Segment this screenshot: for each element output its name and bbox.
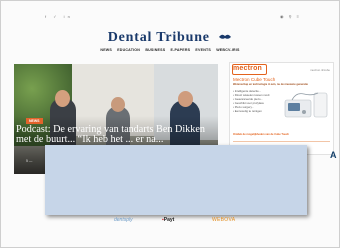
ad-subtitle: Wetenschap en technologie in één, nu de … [233,83,308,86]
ad-divider [233,141,330,142]
site-logo[interactable]: Dental Tribune [1,28,339,46]
dental-device-image [284,92,328,118]
tooth-logo-icon [219,34,232,39]
ad-link[interactable]: mectron.nl/cube [310,68,330,72]
nav-item-business[interactable]: BUSINESS [145,48,165,52]
partner-logo-dentsply[interactable]: dentsply [114,217,133,223]
overlay-dialog[interactable] [45,145,307,215]
person-3-head [178,91,193,107]
site-name: Dental Tribune [107,30,210,45]
nav-item-education[interactable]: EDUCATION [117,48,140,52]
person-1-head [55,90,70,107]
utility-icons[interactable]: ◉ ⚲ ≡ [280,14,301,19]
person-2-head [111,97,125,112]
browser-page: f ✓ in ◉ ⚲ ≡ Dental Tribune NEWS EDUCATI… [0,0,340,248]
list-item: • Eenvoudig te reinigen [233,109,262,113]
partial-logo-edge: A [330,150,337,160]
hero-meta: 5 — [26,159,33,163]
ad-feature-list: • Intelligente detectie... • Direct wiss… [233,89,281,113]
nav-item-epapers[interactable]: E-PAPERS [171,48,191,52]
hero-headline[interactable]: Podcast: De ervaring van tandarts Ben Di… [16,124,214,145]
partner-logos: dentsply ▪Payt WEBOVA [1,215,339,229]
ad-brand: mectron [233,65,263,72]
mectron-ad-banner[interactable]: mectron mectron.nl/cube Mectron Cube Tou… [229,62,334,155]
nav-item-events[interactable]: EVENTS [195,48,211,52]
ad-lead-text: Ontdek de mogelijkheden van de Cube Touc… [233,133,290,136]
nav-item-webcv[interactable]: WEBCV-IRIS [216,48,239,52]
nav-item-news[interactable]: NEWS [100,48,112,52]
ad-product-title: Mectron Cube Touch [233,77,276,82]
partner-logo-webova[interactable]: WEBOVA [212,217,235,223]
social-links[interactable]: f ✓ in [45,14,73,19]
partner-logo-payt[interactable]: ▪Payt [162,217,174,223]
main-nav: NEWS EDUCATION BUSINESS E-PAPERS EVENTS … [1,48,339,52]
payt-logo-text: Payt [163,217,175,223]
top-bar: f ✓ in ◉ ⚲ ≡ [1,1,339,25]
